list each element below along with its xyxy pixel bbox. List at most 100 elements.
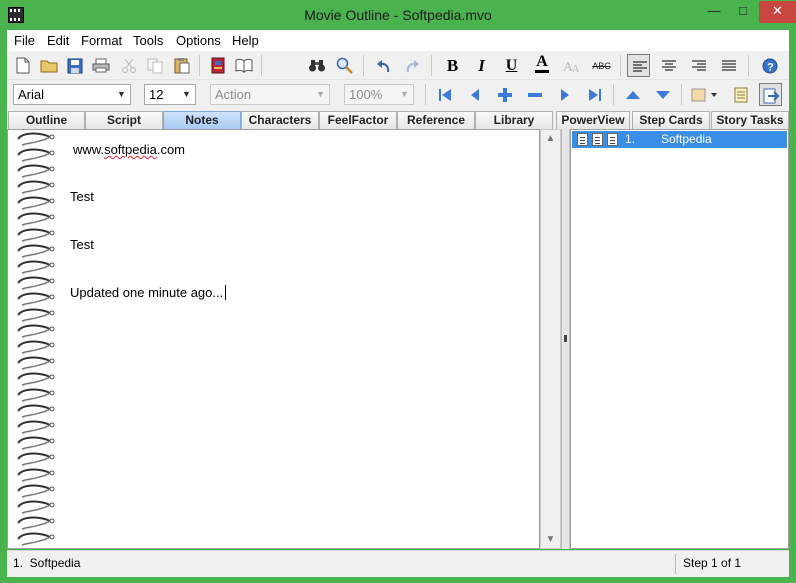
new-file-button[interactable] — [11, 54, 34, 77]
spellcheck-button[interactable]: ABC — [590, 54, 613, 77]
tab-characters[interactable]: Characters — [241, 111, 319, 129]
font-size-button[interactable]: AA — [560, 54, 583, 77]
notes-vertical-scrollbar[interactable]: ▲ ▼ — [540, 129, 561, 549]
title-bar: Movie Outline - Softpedia.mvo — □ ✕ — [0, 0, 796, 30]
copy-button[interactable] — [143, 54, 166, 77]
remove-step-button[interactable] — [523, 83, 546, 106]
step-color-button[interactable] — [689, 83, 721, 106]
maximize-button[interactable]: □ — [729, 1, 757, 23]
down-triangle-icon — [651, 83, 674, 106]
last-arrow-icon — [583, 83, 606, 106]
notes-line: www.softpedia.com — [73, 142, 185, 157]
scroll-up-arrow-icon[interactable]: ▲ — [541, 130, 560, 147]
move-down-button[interactable] — [651, 83, 674, 106]
toolbar-separator — [261, 55, 262, 76]
new-file-icon — [11, 54, 34, 77]
tab-library[interactable]: Library — [475, 111, 553, 129]
add-step-button[interactable] — [493, 83, 516, 106]
underline-button[interactable]: U — [500, 54, 523, 77]
find-button[interactable] — [305, 54, 328, 77]
element-type-select[interactable]: Action ▼ — [210, 84, 330, 105]
print-button[interactable] — [89, 54, 112, 77]
tab-step-cards[interactable]: Step Cards — [632, 111, 710, 129]
tab-reference[interactable]: Reference — [397, 111, 475, 129]
font-size-icon: AA — [560, 54, 583, 77]
last-step-button[interactable] — [583, 83, 606, 106]
undo-button[interactable] — [371, 54, 394, 77]
tab-notes[interactable]: Notes — [163, 111, 241, 129]
italic-button[interactable]: I — [470, 54, 493, 77]
spiral-ring — [17, 532, 55, 546]
status-divider — [675, 554, 676, 574]
paste-button[interactable] — [170, 54, 193, 77]
zoom-select[interactable]: 100% ▼ — [344, 84, 414, 105]
spiral-ring — [17, 388, 55, 402]
menu-file[interactable]: File — [14, 33, 35, 48]
move-up-button[interactable] — [621, 83, 644, 106]
pane-splitter[interactable] — [561, 129, 570, 549]
toolbar-separator — [431, 55, 432, 76]
spiral-ring — [17, 228, 55, 242]
help-icon: ? — [758, 54, 781, 77]
font-color-icon: A — [535, 53, 549, 73]
redo-arrow-icon — [401, 54, 424, 77]
first-arrow-icon — [433, 83, 456, 106]
spiral-ring — [17, 148, 55, 162]
scroll-down-arrow-icon[interactable]: ▼ — [541, 531, 560, 548]
font-size-select[interactable]: 12 ▼ — [144, 84, 196, 105]
font-size-value: 12 — [149, 87, 164, 102]
tab-feelfactor[interactable]: FeelFactor — [319, 111, 397, 129]
spiral-ring — [17, 212, 55, 226]
cut-button[interactable] — [117, 54, 140, 77]
tree-item[interactable]: 1. Softpedia — [572, 131, 787, 148]
notes-doc-icon — [607, 133, 618, 146]
align-center-icon — [657, 54, 680, 77]
align-center-button[interactable] — [657, 54, 680, 77]
export-arrow-icon — [760, 84, 783, 107]
window-title: Movie Outline - Softpedia.mvo — [304, 7, 492, 23]
tab-outline[interactable]: Outline — [8, 111, 85, 129]
minimize-button[interactable]: — — [700, 1, 728, 23]
reference-book-button[interactable] — [232, 54, 255, 77]
align-left-button[interactable] — [627, 54, 650, 77]
open-file-button[interactable] — [37, 54, 60, 77]
up-triangle-icon — [621, 83, 644, 106]
menu-options[interactable]: Options — [176, 33, 221, 48]
toolbar-separator — [748, 55, 749, 76]
first-step-button[interactable] — [433, 83, 456, 106]
previous-step-button[interactable] — [463, 83, 486, 106]
menu-edit[interactable]: Edit — [47, 33, 69, 48]
scene-button[interactable] — [206, 54, 229, 77]
app-window: Movie Outline - Softpedia.mvo — □ ✕ File… — [0, 0, 796, 583]
help-button[interactable]: ? — [758, 54, 781, 77]
menu-tools[interactable]: Tools — [133, 33, 163, 48]
notes-text-prefix: www. — [73, 142, 105, 157]
align-left-icon — [628, 55, 651, 78]
align-right-button[interactable] — [687, 54, 710, 77]
tab-story-tasks[interactable]: Story Tasks — [711, 111, 789, 129]
save-button[interactable] — [63, 54, 86, 77]
outline-doc-icon — [577, 133, 588, 146]
bold-button[interactable]: B — [441, 54, 464, 77]
close-button[interactable]: ✕ — [759, 1, 796, 23]
font-color-button[interactable]: A — [530, 53, 553, 77]
binoculars-icon — [305, 54, 328, 77]
view-tabs: Outline Script Notes Characters FeelFact… — [7, 109, 789, 129]
notes-editor[interactable]: www.softpedia.com Test Test Updated one … — [7, 129, 540, 549]
status-step-count: Step 1 of 1 — [683, 556, 742, 570]
redo-button[interactable] — [401, 54, 424, 77]
font-name-value: Arial — [18, 87, 45, 102]
zoom-button[interactable] — [333, 54, 356, 77]
font-name-select[interactable]: Arial ▼ — [13, 84, 131, 105]
justify-button[interactable] — [717, 54, 740, 77]
tab-script[interactable]: Script — [85, 111, 163, 129]
text-caret — [225, 285, 227, 300]
note-card-button[interactable] — [729, 83, 752, 106]
tab-powerview[interactable]: PowerView — [556, 111, 630, 129]
export-button[interactable] — [759, 83, 782, 106]
spiral-ring — [17, 180, 55, 194]
toolbar-separator — [681, 84, 682, 105]
menu-help[interactable]: Help — [232, 33, 259, 48]
menu-format[interactable]: Format — [81, 33, 122, 48]
next-step-button[interactable] — [553, 83, 576, 106]
